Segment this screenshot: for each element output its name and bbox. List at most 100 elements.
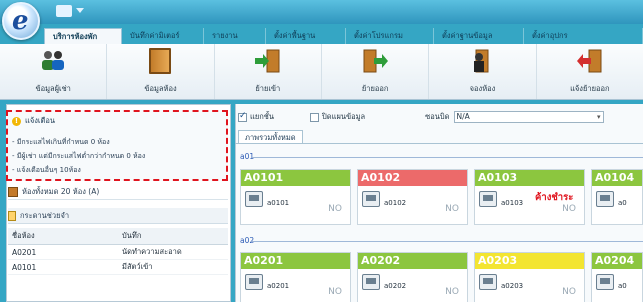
tab-overview[interactable]: ภาพรวมทั้งหมด [238,130,303,144]
room-code: a0201 [267,282,290,290]
tab-device-settings[interactable]: ตั้งค่าอุปกร [524,28,643,44]
room-status: NO [328,287,342,297]
filter-bar: แยกชั้น ปิดแผนข้อมูล ซอนบิด N/A [238,110,643,124]
tab-meter-record[interactable]: บันทึกค่ามิเตอร์ [122,28,204,44]
room-code: a0102 [384,199,407,207]
room-name: A0103 [475,170,584,186]
room-name: A0101 [241,170,350,186]
room-status: NO [562,287,576,297]
tab-room-service[interactable]: บริการห้องพัก [44,28,122,44]
room-count-label: ห้องทั้งหมด 20 ห้อง (A) [22,186,100,196]
table-row[interactable]: A0101 มีสัตว์เข้า [8,259,228,275]
subtab-divider [235,143,643,144]
room-status: NO [445,204,459,214]
room-card[interactable]: A0204 a0 [591,252,643,302]
room-status: NO [562,204,576,214]
hide-info-checkbox[interactable] [310,112,319,122]
ribbon-toolbar: ข้อมูลผู้เช่า ข้อมูลห้อง ย้ายเข้า ย้ายออ… [0,44,643,100]
split-floor-checkbox[interactable] [238,111,247,122]
bed-icon [245,274,263,290]
notify-move-out-button[interactable]: แจ้งย้ายออก [537,44,643,99]
notice-box: ! แจ้งเตือน - มีกระแสไฟเกินที่กำหนด 0 ห้… [6,110,228,181]
ribbon-tabs: บริการห้องพัก บันทึกค่ามิเตอร์ รายงาน ตั… [44,28,643,44]
zone-label: ซอนบิด [425,112,450,121]
app-window: e บริการห้องพัก บันทึกค่ามิเตอร์ รายงาน … [0,0,643,302]
notice-line: - มีผู้เช่า แต่มีกระแสไฟต่ำกว่ากำหนด 0 ห… [12,152,146,160]
bed-icon [596,191,614,207]
move-out-label: ย้ายออก [361,84,389,93]
move-in-button[interactable]: ย้ายเข้า [215,44,322,99]
room-code: a0 [618,199,627,207]
floor-divider [252,241,643,242]
room-code: a0103 [501,199,524,207]
hide-info-label: ปิดแผนข้อมูล [322,112,366,121]
building-icon [8,186,18,197]
bed-icon [596,274,614,290]
move-out-button[interactable]: ย้ายออก [322,44,430,99]
room-code: a0 [618,282,627,290]
memo-table: ชื่อห้อง บันทึก A0201 นัดทำความสะอาด A01… [8,228,228,275]
bed-icon [479,274,497,290]
room-card[interactable]: A0101 a0101 NO [240,169,351,225]
table-header-row: ชื่อห้อง บันทึก [8,228,228,245]
room-name: A0202 [358,253,467,269]
column-header-note[interactable]: บันทึก [118,228,228,245]
tab-report[interactable]: รายงาน [204,28,266,44]
title-bar [0,0,643,24]
booking-label: จองห้อง [469,84,496,93]
quick-access-menu-icon[interactable] [76,8,84,13]
memo-board-title: กระดานช่วยจำ [20,210,70,220]
cell-room: A0201 [8,244,118,260]
cell-note: มีสัตว์เข้า [118,259,228,275]
warning-icon: ! [12,116,21,126]
room-card[interactable]: A0203 a0203 NO [474,252,585,302]
booking-icon [474,49,489,73]
zone-select[interactable]: N/A [453,111,604,123]
room-name: A0204 [592,253,642,269]
notice-header: ! แจ้งเตือน [12,115,55,127]
notify-move-out-icon [576,49,602,73]
note-icon [8,210,16,221]
table-row[interactable]: A0201 นัดทำความสะอาด [8,244,228,260]
notice-title: แจ้งเตือน [25,116,55,125]
notice-line[interactable]: - แจ้งเตือนอื่นๆ 10ห้อง [12,165,81,176]
room-card[interactable]: A0201 a0201 NO [240,252,351,302]
app-logo-icon[interactable]: e [2,2,40,40]
booking-button[interactable]: จองห้อง [429,44,537,99]
zone-select-value: N/A [456,112,470,121]
room-name: A0104 [592,170,642,186]
floor-divider [252,157,643,158]
split-floor-label: แยกชั้น [250,112,274,121]
move-in-icon [254,49,280,73]
column-header-room[interactable]: ชื่อห้อง [8,228,118,245]
room-count-row[interactable]: ห้องทั้งหมด 20 ห้อง (A) [8,184,228,200]
notify-move-out-label: แจ้งย้ายออก [570,84,610,93]
room-code: a0101 [267,199,290,207]
notice-line: - มีกระแสไฟเกินที่กำหนด 0 ห้อง [12,138,110,146]
room-info-button[interactable]: ข้อมูลห้อง [107,44,215,99]
quick-access-save-icon[interactable] [56,5,72,17]
bed-icon [479,191,497,207]
bed-icon [362,274,380,290]
door-icon [149,48,172,74]
room-card[interactable]: A0202 a0202 NO [357,252,468,302]
tenant-info-label: ข้อมูลผู้เช่า [35,84,71,93]
room-card[interactable]: A0104 a0 [591,169,643,225]
room-name: A0203 [475,253,584,269]
tab-database-settings[interactable]: ตั้งค่าฐานข้อมูล [434,28,524,44]
room-status: NO [445,287,459,297]
room-name: A0102 [358,170,467,186]
tab-program-settings[interactable]: ตั้งค่าโปรแกรม [346,28,434,44]
move-in-label: ย้ายเข้า [255,84,281,93]
memo-board-header: กระดานช่วยจำ [8,208,228,224]
room-card[interactable]: A0102 a0102 NO [357,169,468,225]
room-name: A0201 [241,253,350,269]
room-status: NO [328,204,342,214]
room-code: a0202 [384,282,407,290]
bed-icon [362,191,380,207]
room-code: a0203 [501,282,524,290]
tab-basic-settings[interactable]: ตั้งค่าพื้นฐาน [266,28,346,44]
room-card[interactable]: A0103 a0103 ค้างชำระ NO [474,169,585,225]
tenant-info-button[interactable]: ข้อมูลผู้เช่า [0,44,108,99]
users-icon [42,51,65,70]
